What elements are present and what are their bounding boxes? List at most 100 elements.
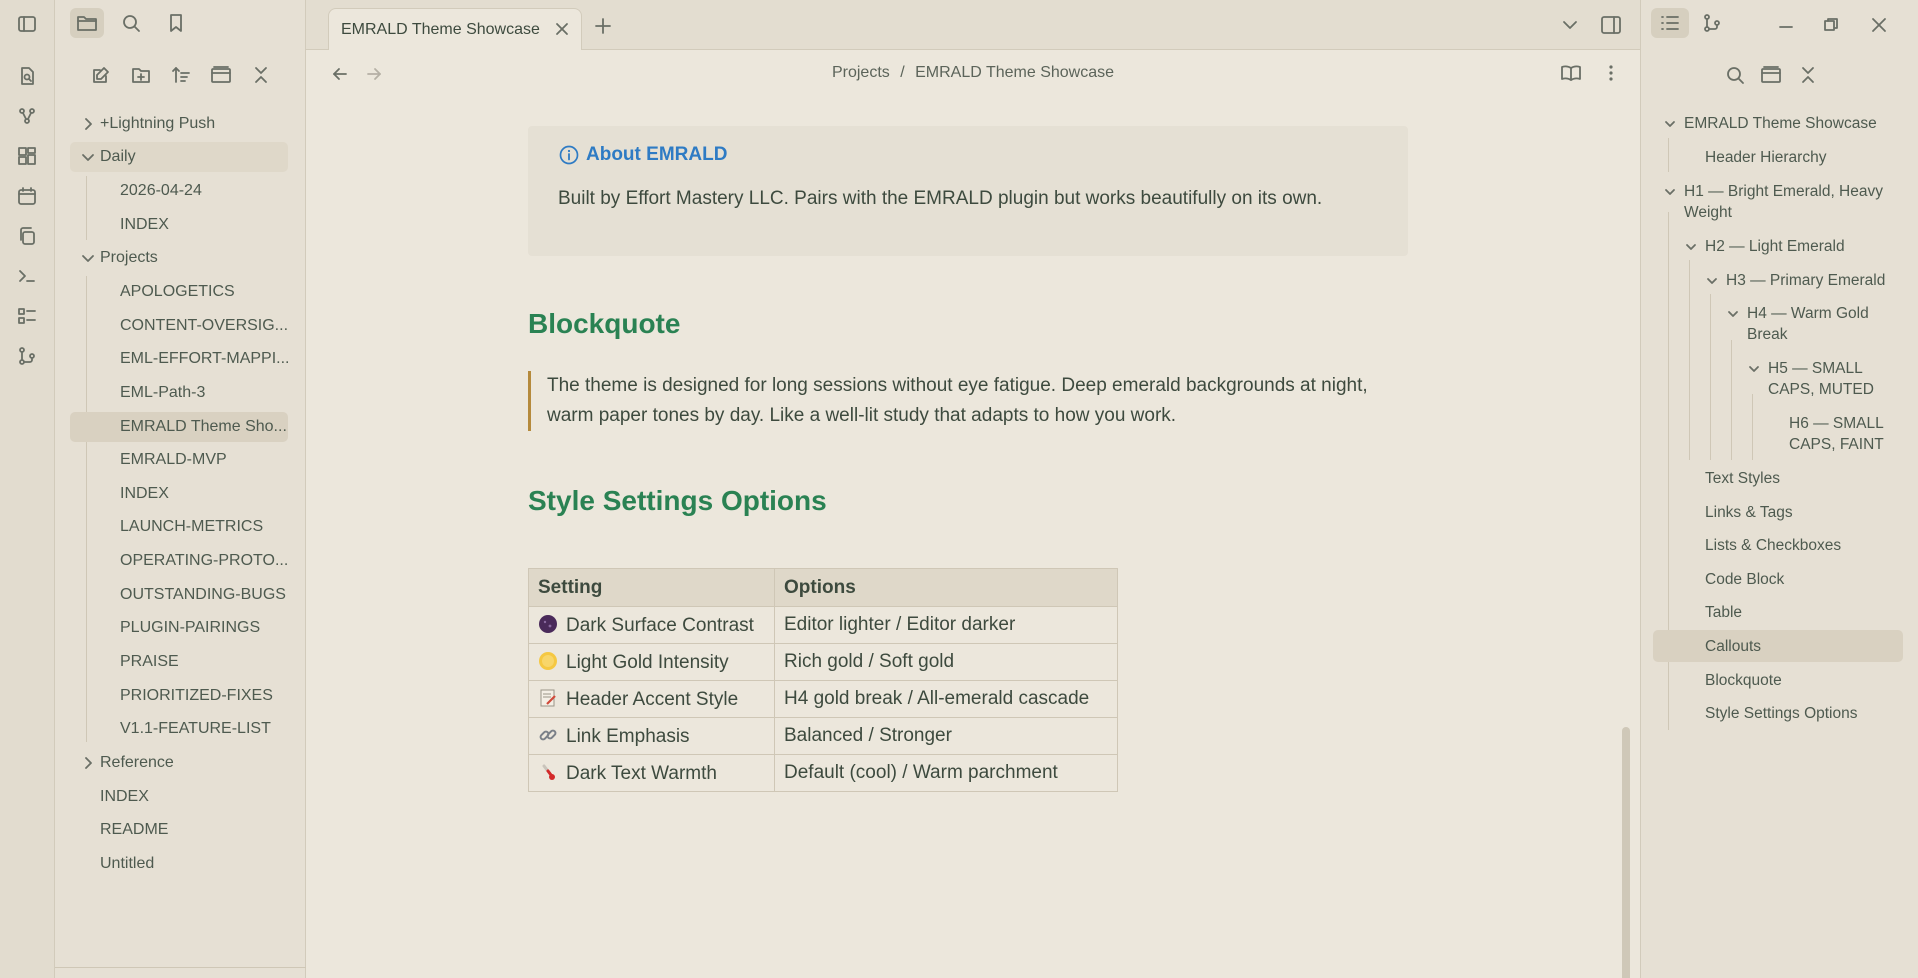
outline-item[interactable]: Weight [1684, 202, 1732, 223]
outline-item[interactable]: Lists & Checkboxes [1705, 535, 1841, 556]
chevron-down-icon[interactable] [1747, 362, 1761, 376]
outline-item[interactable]: Break [1747, 324, 1788, 345]
file-item[interactable]: INDEX [70, 782, 288, 812]
reveal-icon[interactable] [1760, 65, 1782, 85]
outline-item[interactable]: CAPS, MUTED [1768, 379, 1874, 400]
more-options-icon[interactable] [1600, 62, 1622, 84]
folder-daily[interactable]: Daily [70, 142, 288, 172]
auto-reveal-button[interactable] [208, 62, 234, 88]
file-item[interactable]: APOLOGETICS [70, 277, 288, 307]
right-sidebar-toggle-icon[interactable] [1600, 14, 1622, 36]
outline-item[interactable]: Code Block [1705, 569, 1784, 590]
chevron-down-icon[interactable] [1705, 274, 1719, 288]
file-item[interactable]: README [70, 815, 288, 845]
terminal-icon[interactable] [15, 264, 39, 288]
outline-list-icon [1661, 16, 1679, 30]
outline-item[interactable]: H2 — Light Emerald [1705, 236, 1845, 257]
folder-lightning-push[interactable]: +Lightning Push [70, 109, 288, 139]
breadcrumb-file[interactable]: EMRALD Theme Showcase [915, 64, 1114, 81]
new-tab-icon[interactable] [593, 16, 613, 36]
tab-list-chevron-icon[interactable] [1561, 16, 1579, 34]
file-item[interactable]: 2026-04-24 [70, 176, 288, 206]
outline-tab-button[interactable] [1651, 8, 1689, 38]
graph-view-icon[interactable] [15, 104, 39, 128]
files-tab-button[interactable] [70, 8, 104, 38]
outline-item[interactable]: H3 — Primary Emerald [1726, 270, 1885, 291]
file-item[interactable]: OUTSTANDING-BUGS [70, 580, 288, 610]
chevron-right-icon [85, 757, 92, 769]
breadcrumb-separator: / [900, 64, 905, 81]
outline-item[interactable]: Header Hierarchy [1705, 147, 1826, 168]
table-cell: Editor lighter / Editor darker [774, 606, 1118, 644]
outline-item[interactable]: H1 — Bright Emerald, Heavy [1684, 181, 1883, 202]
new-note-button[interactable] [88, 62, 114, 88]
chevron-down-icon[interactable] [1663, 117, 1677, 131]
vertical-scrollbar[interactable] [1622, 727, 1630, 978]
copy-icon[interactable] [15, 224, 39, 248]
restore-icon[interactable] [1823, 17, 1839, 33]
divider [55, 967, 306, 968]
git-icon[interactable] [15, 344, 39, 368]
file-item[interactable]: INDEX [70, 479, 288, 509]
window-close-icon[interactable] [1871, 17, 1887, 33]
heading-style-settings: Style Settings Options [528, 485, 827, 516]
chevron-down-icon[interactable] [1684, 240, 1698, 254]
callout-info: About EMRALD Built by Effort Mastery LLC… [528, 126, 1408, 256]
search-icon[interactable] [1725, 65, 1745, 85]
list-icon[interactable] [15, 304, 39, 328]
outline-item[interactable]: Links & Tags [1705, 502, 1793, 523]
file-item[interactable]: EML-Path-3 [70, 378, 288, 408]
chevron-down-icon[interactable] [1726, 307, 1740, 321]
file-item[interactable]: PRAISE [70, 647, 288, 677]
file-item[interactable]: PRIORITIZED-FIXES [70, 681, 288, 711]
backlinks-tab-button[interactable] [1695, 8, 1729, 38]
collapse-icon[interactable] [1798, 65, 1818, 85]
file-item[interactable]: PLUGIN-PAIRINGS [70, 613, 288, 643]
folder-reference[interactable]: Reference [70, 748, 288, 778]
file-item[interactable]: Untitled [70, 849, 288, 879]
bookmark-icon [170, 14, 182, 32]
outline-item[interactable]: H4 — Warm Gold [1747, 303, 1869, 324]
file-item[interactable]: EMRALD-MVP [70, 445, 288, 475]
callout-body: Built by Effort Mastery LLC. Pairs with … [558, 188, 1323, 209]
search-tab-button[interactable] [114, 8, 148, 38]
file-item[interactable]: V1.1-FEATURE-LIST [70, 714, 288, 744]
bookmarks-tab-button[interactable] [159, 8, 193, 38]
table-cell: Balanced / Stronger [774, 717, 1118, 755]
chevron-down-icon[interactable] [1663, 185, 1677, 199]
file-item[interactable]: EML-EFFORT-MAPPI... [70, 344, 290, 374]
file-item[interactable]: CONTENT-OVERSIG... [70, 311, 288, 341]
folder-projects[interactable]: Projects [70, 243, 288, 273]
close-icon[interactable] [553, 20, 571, 38]
sort-button[interactable] [168, 62, 194, 88]
minimize-icon[interactable] [1778, 19, 1794, 35]
outline-item-active[interactable]: Callouts [1653, 630, 1903, 662]
collapse-all-button[interactable] [248, 62, 274, 88]
tab-title: EMRALD Theme Showcase [341, 20, 540, 38]
file-item[interactable]: OPERATING-PROTO... [70, 546, 288, 576]
file-item[interactable]: INDEX [70, 210, 288, 240]
breadcrumb-folder[interactable]: Projects [832, 64, 890, 81]
outline-item[interactable]: EMRALD Theme Showcase [1684, 113, 1877, 134]
outline-item[interactable]: Style Settings Options [1705, 703, 1858, 724]
reading-view-icon[interactable] [1560, 62, 1582, 84]
search-file-icon[interactable] [15, 64, 39, 88]
outline-item[interactable]: Table [1705, 602, 1742, 623]
info-icon [559, 145, 579, 165]
outline-sidebar: EMRALD Theme Showcase Header Hierarchy H… [1640, 0, 1918, 978]
tab-active[interactable]: EMRALD Theme Showcase [328, 8, 582, 50]
file-item-active[interactable]: EMRALD Theme Sho... [70, 412, 288, 442]
calendar-icon[interactable] [15, 184, 39, 208]
sidebar-toggle-icon[interactable] [15, 12, 39, 36]
outline-item[interactable]: H5 — SMALL [1768, 358, 1863, 379]
outline-item[interactable]: Text Styles [1705, 468, 1780, 489]
new-folder-button[interactable] [128, 62, 154, 88]
outline-item[interactable]: Blockquote [1705, 670, 1782, 691]
yellow-circle-icon [539, 651, 557, 670]
outline-item[interactable]: H6 — SMALL [1789, 413, 1884, 434]
outline-item[interactable]: CAPS, FAINT [1789, 434, 1884, 455]
table-row: Light Gold Intensity Rich gold / Soft go… [528, 643, 1118, 681]
canvas-icon[interactable] [15, 144, 39, 168]
file-item[interactable]: LAUNCH-METRICS [70, 512, 288, 542]
table-row: Header Accent Style H4 gold break / All-… [528, 680, 1118, 718]
